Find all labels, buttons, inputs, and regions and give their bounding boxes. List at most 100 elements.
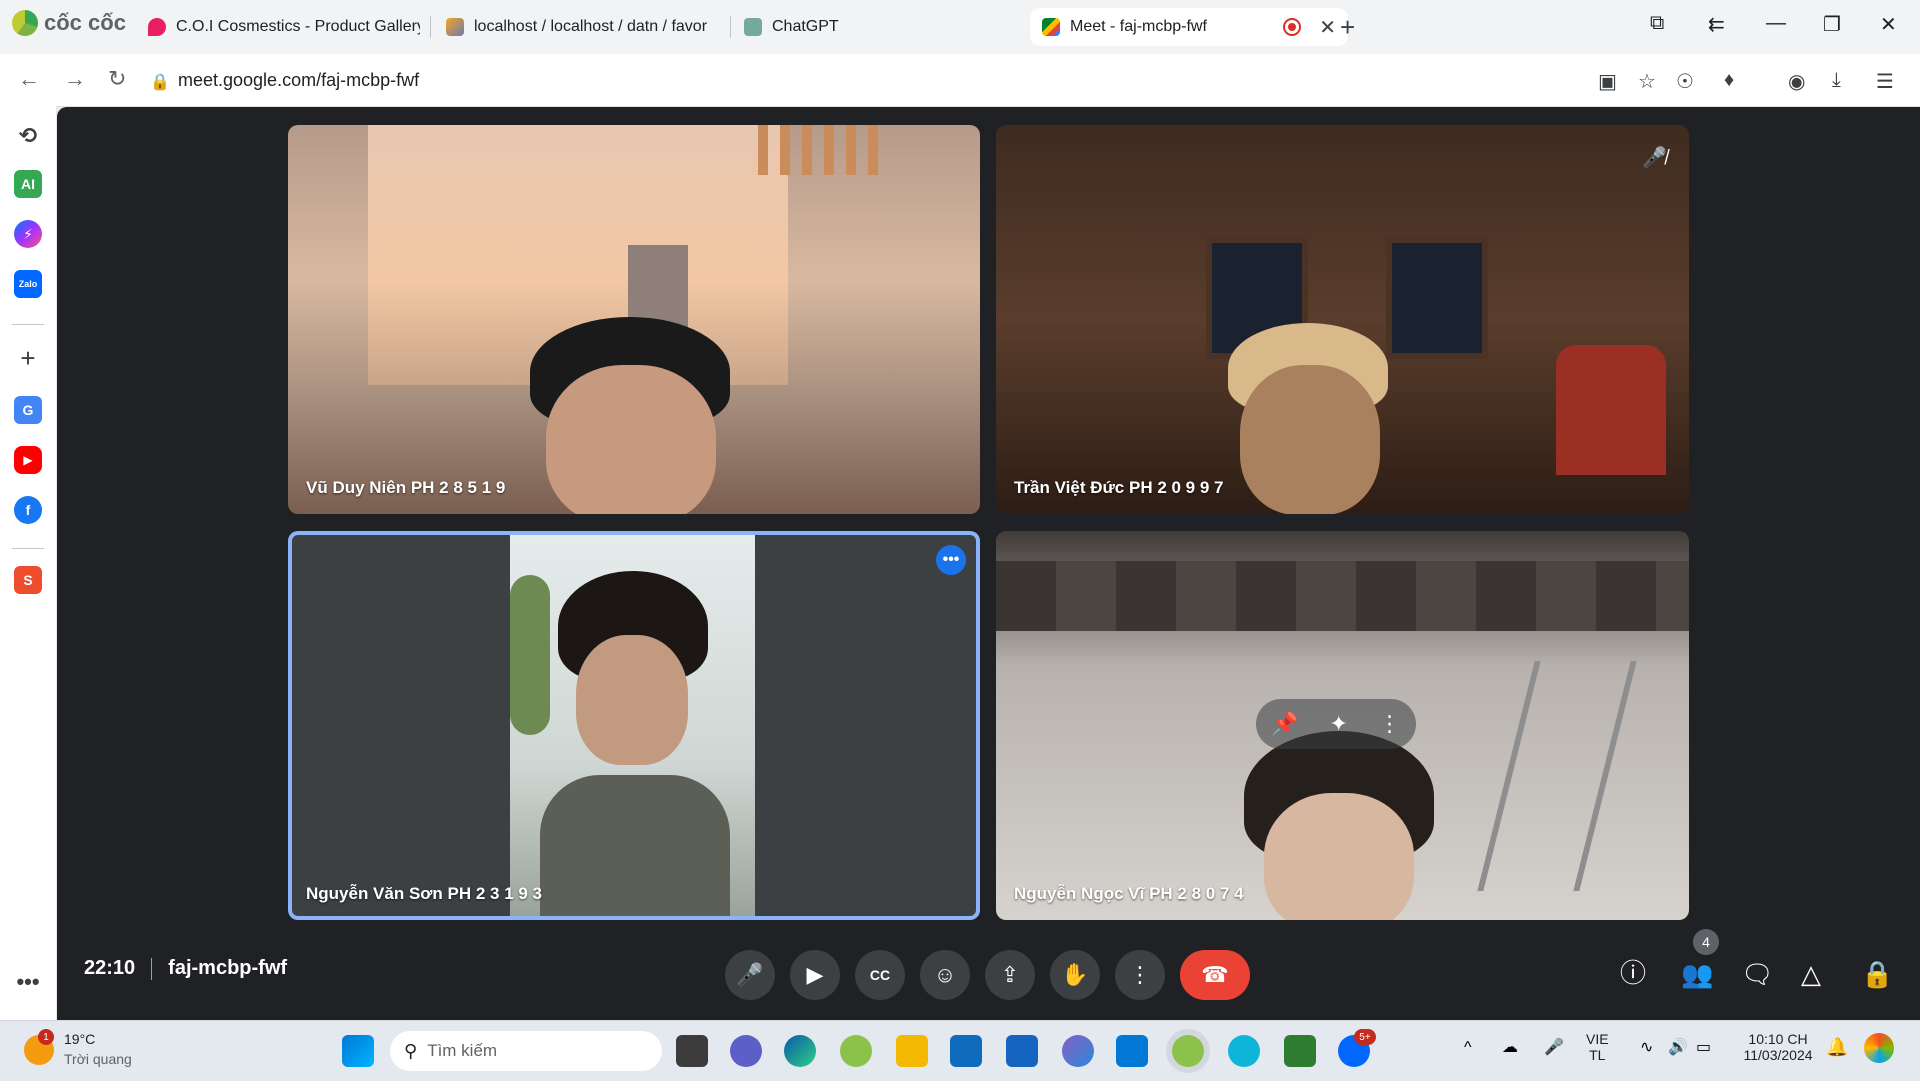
present-screen-button[interactable]: ⇪: [985, 950, 1035, 1000]
chatgpt-favicon-icon: [744, 18, 762, 36]
terminal-icon[interactable]: [1284, 1035, 1316, 1067]
volume-icon[interactable]: 🔊: [1668, 1037, 1688, 1057]
back-button[interactable]: ←: [18, 66, 40, 92]
browser-tab-bar: cốc cốc C.O.I Cosmestics - Product Galle…: [0, 0, 1920, 54]
microsoft-store-icon[interactable]: [950, 1035, 982, 1067]
menu-icon[interactable]: ☰: [1876, 69, 1894, 94]
effects-sparkle-icon[interactable]: ✦: [1329, 711, 1347, 737]
people-button[interactable]: 👥: [1681, 959, 1713, 990]
tab-title: ChatGPT: [772, 18, 839, 35]
battery-icon[interactable]: ▭: [1696, 1037, 1711, 1057]
tab-product-gallery[interactable]: C.O.I Cosmestics - Product Gallery: [148, 8, 420, 46]
pin-icon[interactable]: 📌: [1271, 711, 1298, 737]
shield-icon[interactable]: ☉: [1676, 69, 1694, 94]
coccoc-active-icon[interactable]: [1172, 1035, 1204, 1067]
coccoc-taskbar-icon[interactable]: [840, 1035, 872, 1067]
file-explorer-icon[interactable]: [896, 1035, 928, 1067]
taskbar-search[interactable]: ⚲ Tìm kiếm: [390, 1031, 662, 1071]
screen-capture-icon[interactable]: ⧉: [1650, 12, 1664, 35]
zalo-icon[interactable]: Zalo: [14, 270, 42, 298]
start-button[interactable]: [342, 1035, 374, 1067]
copilot-icon[interactable]: [1062, 1035, 1094, 1067]
participant-tile[interactable]: Vũ Duy Niên PH 2 8 5 1 9: [288, 125, 980, 514]
copilot-tray-icon[interactable]: [1864, 1033, 1894, 1063]
armchair: [1556, 345, 1666, 475]
windows-taskbar: 1 19°C Trời quang ⚲ Tìm kiếm 5+ ^ ☁ 🎤 VI…: [0, 1020, 1920, 1081]
close-window-button[interactable]: ✕: [1880, 12, 1897, 37]
youtube-icon[interactable]: ▶: [14, 446, 42, 474]
meeting-time: 22:10: [84, 957, 136, 979]
tile-more-icon[interactable]: ⋮: [1379, 711, 1401, 737]
more-vert-icon: ⋮: [1129, 962, 1151, 987]
camera-button[interactable]: ▶: [790, 950, 840, 1000]
phpmyadmin-favicon-icon: [446, 18, 464, 36]
download-icon[interactable]: ⤓: [1832, 69, 1841, 92]
microphone-button[interactable]: 🎤: [725, 950, 775, 1000]
participant-tile-active-speaker[interactable]: ••• Nguyễn Văn Sơn PH 2 3 1 9 3: [288, 531, 980, 920]
language-indicator[interactable]: VIE TL: [1586, 1031, 1609, 1063]
zalo-notification-badge: 5+: [1354, 1029, 1376, 1045]
activities-button[interactable]: △: [1801, 959, 1821, 990]
captions-button[interactable]: CC: [855, 950, 905, 1000]
camera-in-use-icon[interactable]: ▣: [1598, 69, 1617, 94]
participant-face: [1264, 793, 1414, 920]
facebook-icon[interactable]: f: [14, 496, 42, 524]
task-view-icon[interactable]: [676, 1035, 708, 1067]
translate-icon[interactable]: G: [14, 396, 42, 424]
new-tab-button[interactable]: +: [1340, 12, 1355, 43]
participant-name: Vũ Duy Niên PH 2 8 5 1 9: [306, 478, 506, 497]
weather-description[interactable]: Trời quang: [64, 1051, 132, 1067]
more-options-button[interactable]: •••: [936, 545, 966, 575]
reactions-button[interactable]: ☺: [920, 950, 970, 1000]
tab-meet[interactable]: Meet - faj-mcbp-fwf ✕: [1030, 8, 1348, 46]
tray-overflow-icon[interactable]: ^: [1464, 1039, 1472, 1057]
chat-button[interactable]: 🗨: [1741, 959, 1774, 990]
zalo-badge-count: 5+: [1359, 1031, 1371, 1043]
close-tab-icon[interactable]: ✕: [1319, 15, 1336, 40]
leave-call-button[interactable]: ☎: [1180, 950, 1250, 1000]
participant-name: Nguyễn Văn Sơn PH 2 3 1 9 3: [306, 884, 542, 903]
mic-tray-icon[interactable]: 🎤: [1544, 1037, 1564, 1057]
host-controls-button[interactable]: 🔒: [1861, 959, 1893, 990]
wifi-icon[interactable]: ∿: [1640, 1037, 1653, 1057]
history-icon[interactable]: ⟲: [14, 122, 42, 150]
edge-icon[interactable]: [784, 1035, 816, 1067]
ai-assistant-icon[interactable]: AI: [14, 170, 42, 198]
forward-button[interactable]: →: [64, 66, 86, 92]
profile-icon[interactable]: ◉: [1788, 69, 1805, 94]
minimize-button[interactable]: —: [1766, 12, 1786, 35]
browser-brand[interactable]: cốc cốc: [12, 10, 126, 36]
messenger-icon[interactable]: ⚡: [14, 220, 42, 248]
more-options-button[interactable]: ⋮: [1115, 950, 1165, 1000]
shopee-icon[interactable]: S: [14, 566, 42, 594]
lamp-decor: [758, 125, 878, 175]
restore-button[interactable]: ❐: [1823, 12, 1841, 37]
address-bar[interactable]: 🔒 meet.google.com/faj-mcbp-fwf: [150, 62, 1590, 98]
sidebar-divider: [12, 548, 44, 549]
participant-face: [576, 635, 688, 765]
bookmark-star-icon[interactable]: ☆: [1638, 69, 1656, 94]
vscode-icon[interactable]: [1116, 1035, 1148, 1067]
app-icon[interactable]: [1228, 1035, 1260, 1067]
site-secure-icon[interactable]: 🔒: [150, 72, 170, 91]
onedrive-icon[interactable]: ☁: [1502, 1037, 1518, 1057]
add-icon[interactable]: +: [14, 343, 42, 373]
teams-icon[interactable]: [730, 1035, 762, 1067]
raise-hand-button[interactable]: ✋: [1050, 950, 1100, 1000]
tab-chatgpt[interactable]: ChatGPT: [744, 8, 1014, 46]
notification-bell-icon[interactable]: 🔔: [1826, 1037, 1848, 1058]
extensions-icon[interactable]: ♦: [1724, 69, 1734, 92]
tab-divider: [430, 16, 431, 38]
meeting-details-button[interactable]: ⓘ: [1620, 953, 1646, 990]
more-icon[interactable]: •••: [14, 968, 42, 996]
taskbar-clock[interactable]: 10:10 CH 11/03/2024: [1736, 1031, 1820, 1063]
tab-phpmyadmin[interactable]: localhost / localhost / datn / favor: [446, 8, 718, 46]
url-text[interactable]: meet.google.com/faj-mcbp-fwf: [178, 70, 419, 91]
reload-button[interactable]: ↻: [108, 66, 126, 92]
back-arrow-tabs-icon[interactable]: ⇇: [1708, 12, 1725, 37]
mail-icon[interactable]: [1006, 1035, 1038, 1067]
input-method: TL: [1589, 1047, 1606, 1063]
weather-temperature[interactable]: 19°C: [64, 1031, 95, 1047]
participant-tile[interactable]: 🎤̸ Trần Việt Đức PH 2 0 9 9 7: [996, 125, 1689, 514]
participant-tile[interactable]: 📌 ✦ ⋮ Nguyễn Ngọc Vĩ PH 2 8 0 7 4: [996, 531, 1689, 920]
